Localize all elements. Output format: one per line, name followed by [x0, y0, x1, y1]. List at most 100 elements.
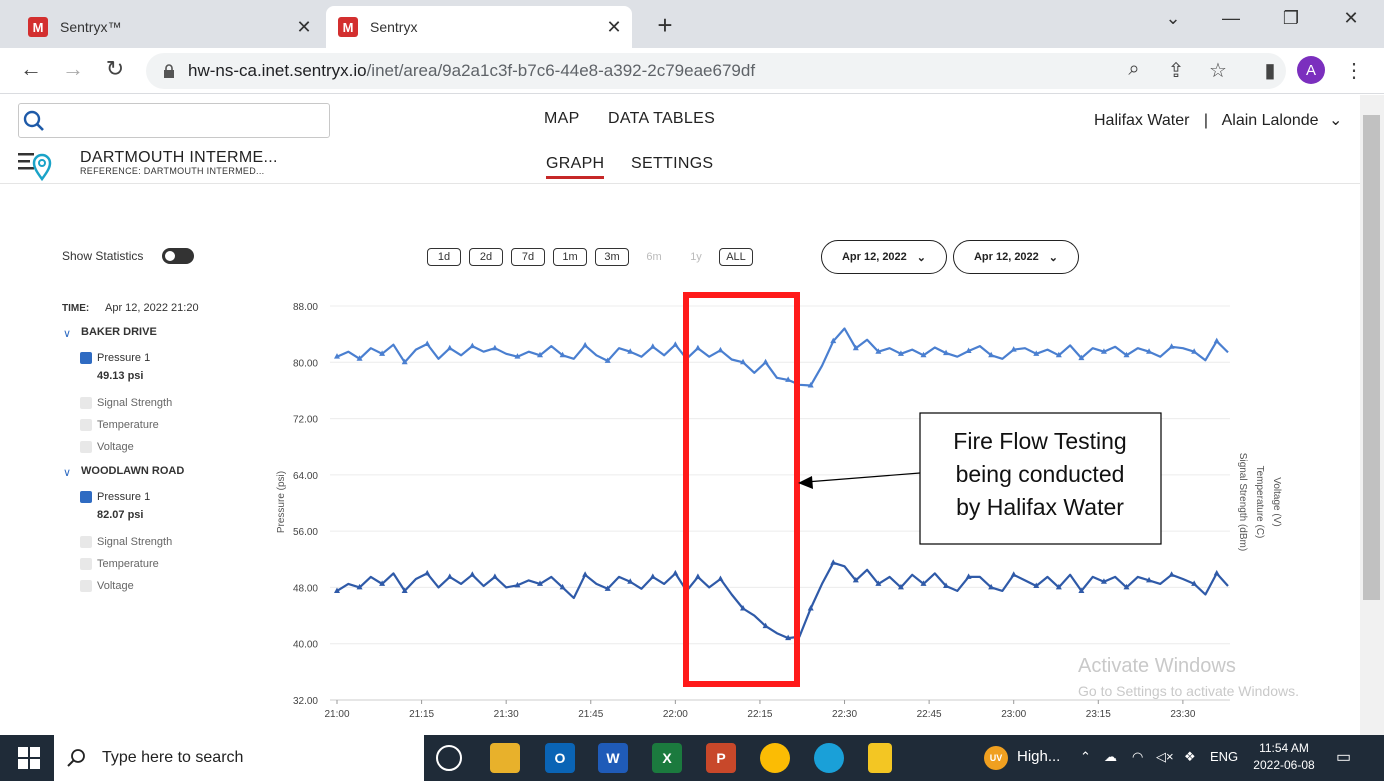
- share-icon[interactable]: ⇪: [1162, 58, 1190, 83]
- x-tick-label: 21:00: [324, 709, 349, 720]
- data-point-marker: [582, 571, 589, 577]
- x-tick-label: 23:00: [1001, 709, 1026, 720]
- clock-time: 11:54 AM: [1259, 741, 1309, 755]
- browser-tabstrip: M Sentryx™ ✕ M Sentryx ✕ + ⌄ — ❐ ✕: [0, 0, 1384, 48]
- clock-date: 2022-06-08: [1253, 758, 1315, 772]
- wifi-icon[interactable]: ◠: [1132, 749, 1143, 765]
- data-point-marker: [649, 343, 656, 349]
- reload-icon[interactable]: ↻: [100, 56, 130, 82]
- windows-start-icon[interactable]: [18, 747, 40, 769]
- data-point-marker: [1213, 569, 1220, 576]
- minimize-icon[interactable]: —: [1216, 8, 1246, 29]
- system-clock[interactable]: 11:54 AM 2022-06-08: [1244, 740, 1324, 774]
- series-line-2: [336, 561, 1229, 640]
- word-icon[interactable]: W: [598, 743, 628, 773]
- y-tick-label: 64.00: [293, 471, 318, 482]
- data-point-marker: [1168, 571, 1175, 577]
- y-tick-labels: 88.00 80.00 72.00 64.00 56.00 48.00 40.00 32.00: [293, 302, 318, 707]
- data-point-marker: [469, 571, 476, 577]
- menu-icon[interactable]: ⋮: [1340, 58, 1368, 83]
- annotation-line-3: by Halifax Water: [956, 494, 1124, 520]
- forward-icon[interactable]: →: [58, 56, 88, 82]
- right-axis-label-signal: Signal Strength (dBm): [1237, 453, 1248, 551]
- pressure-chart[interactable]: 88.00 80.00 72.00 64.00 56.00 48.00 40.00 32.00…: [0, 95, 1360, 735]
- sticky-notes-icon[interactable]: [868, 743, 892, 773]
- activation-watermark-subtitle: Go to Settings to activate Windows.: [1078, 683, 1299, 699]
- data-point-marker: [1010, 571, 1017, 577]
- new-tab-icon[interactable]: +: [650, 10, 680, 41]
- tray-chevron-icon[interactable]: ⌃: [1080, 749, 1091, 765]
- outlook-icon[interactable]: O: [545, 743, 575, 773]
- x-tick-label: 22:45: [917, 709, 942, 720]
- tab-title: Sentryx™: [60, 19, 122, 35]
- data-point-marker: [672, 569, 679, 576]
- taskbar-search-placeholder: Type here to search: [102, 749, 244, 766]
- data-point-marker: [694, 573, 701, 579]
- x-tick-label: 21:30: [494, 709, 519, 720]
- data-point-marker: [649, 573, 656, 579]
- browser-tab-1[interactable]: M Sentryx™ ✕: [16, 6, 322, 48]
- window-close-icon[interactable]: ✕: [1336, 8, 1366, 29]
- annotation-arrow: [805, 472, 921, 483]
- language-indicator[interactable]: ENG: [1210, 749, 1238, 764]
- x-tick-labels: 21:00 21:15 21:30 21:45 22:00 22:15 22:30 22:45…: [324, 700, 1196, 720]
- address-bar[interactable]: hw-ns-ca.inet.sentryx.io/inet/area/9a2a1…: [146, 53, 1286, 89]
- excel-icon[interactable]: X: [652, 743, 682, 773]
- data-point-marker: [1213, 337, 1220, 344]
- x-tick-label: 21:45: [578, 709, 603, 720]
- tab-search-icon[interactable]: ⌄: [1158, 8, 1188, 29]
- browser-toolbar: ← → ↻ hw-ns-ca.inet.sentryx.io/inet/area…: [0, 48, 1384, 94]
- y-tick-label: 80.00: [293, 358, 318, 369]
- x-tick-label: 22:15: [747, 709, 772, 720]
- weather-icon[interactable]: UV: [984, 746, 1008, 770]
- arrow-head-icon: [798, 476, 813, 489]
- volume-icon[interactable]: ◁×: [1156, 749, 1174, 765]
- search-icon: [67, 749, 85, 767]
- lock-icon: [164, 64, 174, 78]
- annotation-line-1: Fire Flow Testing: [953, 428, 1126, 454]
- activation-watermark-title: Activate Windows: [1078, 655, 1236, 677]
- profile-avatar[interactable]: A: [1297, 56, 1325, 84]
- zoom-icon[interactable]: ⌕: [1120, 58, 1148, 81]
- windows-taskbar: Type here to search O W X P UV High... ⌃…: [0, 735, 1384, 781]
- powerpoint-icon[interactable]: P: [706, 743, 736, 773]
- data-point-marker: [830, 559, 837, 565]
- sidepanel-icon[interactable]: ▮: [1256, 58, 1284, 83]
- back-icon[interactable]: ←: [16, 56, 46, 82]
- data-point-marker: [424, 569, 431, 576]
- notifications-icon[interactable]: ▭: [1336, 747, 1351, 767]
- data-point-marker: [694, 344, 701, 351]
- y-tick-label: 32.00: [293, 696, 318, 707]
- data-point-marker: [469, 342, 476, 349]
- data-point-marker: [717, 575, 724, 581]
- star-icon[interactable]: ☆: [1204, 58, 1232, 83]
- highlight-rect: [683, 292, 800, 687]
- y-tick-label: 48.00: [293, 583, 318, 594]
- sentryx-favicon: M: [28, 17, 48, 37]
- file-explorer-icon[interactable]: [490, 743, 520, 773]
- series-line-1: [336, 327, 1229, 387]
- x-tick-label: 23:30: [1170, 709, 1195, 720]
- url-path: /inet/area/9a2a1c3f-b7c6-44e8-a392-2c79e…: [366, 61, 756, 80]
- browser-tab-2[interactable]: M Sentryx ✕: [326, 6, 632, 48]
- dropbox-icon[interactable]: ❖: [1184, 749, 1196, 765]
- maximize-icon[interactable]: ❐: [1276, 8, 1306, 29]
- weather-text[interactable]: High...: [1017, 748, 1060, 765]
- page-scrollbar[interactable]: [1360, 95, 1384, 735]
- right-axis-label-voltage: Voltage (V): [1271, 477, 1282, 526]
- onedrive-icon[interactable]: ☁: [1104, 749, 1117, 765]
- scroll-thumb[interactable]: [1363, 115, 1380, 600]
- data-point-marker: [424, 340, 431, 346]
- task-view-icon[interactable]: [436, 745, 462, 771]
- close-icon[interactable]: ✕: [602, 17, 626, 38]
- data-point-marker: [491, 573, 498, 579]
- url-text: hw-ns-ca.inet.sentryx.io/inet/area/9a2a1…: [188, 61, 755, 81]
- close-icon[interactable]: ✕: [292, 17, 316, 38]
- edge-icon[interactable]: [814, 743, 844, 773]
- x-tick-label: 21:15: [409, 709, 434, 720]
- url-host: hw-ns-ca.inet.sentryx.io: [188, 61, 367, 80]
- data-point-marker: [491, 344, 498, 351]
- taskbar-search-input[interactable]: Type here to search: [54, 735, 424, 781]
- data-point-marker: [672, 341, 679, 347]
- chrome-icon[interactable]: [760, 743, 790, 773]
